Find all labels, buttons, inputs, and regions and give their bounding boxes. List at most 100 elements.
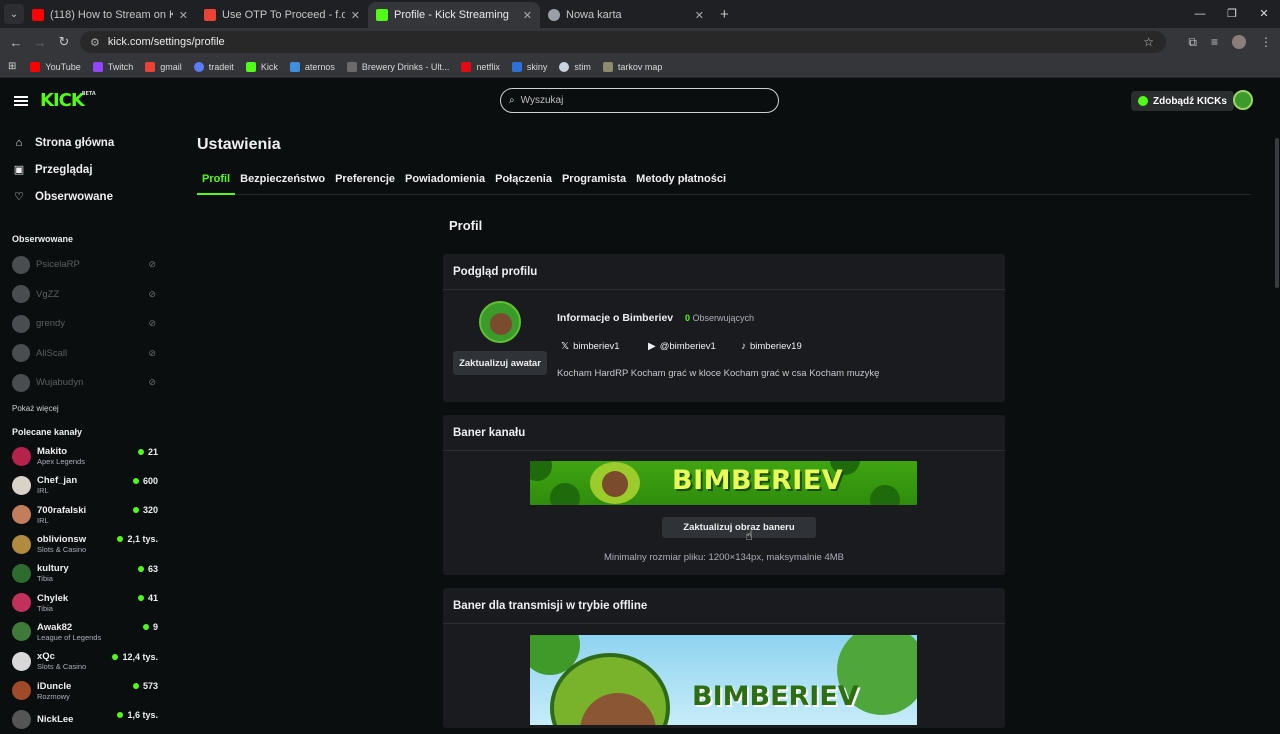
kick-logo[interactable]: KICK BETA: [40, 90, 96, 111]
live-dot-icon: [117, 536, 124, 543]
update-banner-button[interactable]: Zaktualizuj obraz baneru: [662, 517, 816, 538]
tab-profile[interactable]: Profil: [197, 168, 236, 195]
tab-security[interactable]: Bezpieczeństwo: [235, 168, 330, 195]
extensions-icon[interactable]: ⧉: [1188, 35, 1197, 50]
youtube-icon: [30, 61, 41, 72]
card-title: Podgląd profilu: [443, 254, 1005, 290]
media-icon[interactable]: ≡: [1211, 35, 1218, 49]
bookmark[interactable]: Twitch: [92, 61, 133, 72]
bookmark[interactable]: netflix: [461, 61, 500, 72]
viewer-count: 9: [142, 622, 158, 632]
avatar: [12, 651, 31, 671]
recommended-channel[interactable]: xQc Slots & Casino 12,4 tys.: [0, 647, 164, 676]
viewer-count: 41: [137, 593, 158, 603]
followed-channel[interactable]: PsicelaRP ⊘: [0, 250, 164, 280]
close-icon[interactable]: ✕: [179, 9, 188, 22]
browser-tab[interactable]: (118) How to Stream on Kick in ✕: [24, 2, 196, 28]
recommended-channel[interactable]: 700rafalski IRL 320: [0, 500, 164, 529]
browser-tab-active[interactable]: Profile - Kick Streaming ✕: [368, 2, 540, 28]
recommended-channel[interactable]: Chef_jan IRL 600: [0, 471, 164, 500]
followed-channel[interactable]: AliScall ⊘: [0, 339, 164, 369]
bookmark[interactable]: Kick: [245, 61, 278, 72]
bookmark[interactable]: stim: [559, 61, 591, 72]
close-icon[interactable]: ✕: [695, 9, 704, 22]
show-more-link[interactable]: Pokaż więcej: [0, 404, 164, 413]
banner-text: BIMBERIEV: [672, 465, 844, 496]
social-link-tiktok[interactable]: ♪ bimberiev19: [741, 341, 802, 352]
profile-avatar: [479, 301, 521, 343]
page-scrollbar[interactable]: [1274, 124, 1280, 720]
recommended-channel[interactable]: iDuncle Rozmowy 573: [0, 676, 164, 705]
tab-search-button[interactable]: ⌄: [4, 4, 24, 24]
site-info-icon[interactable]: ⚙: [90, 36, 100, 49]
channel-category: League of Legends: [37, 632, 102, 642]
steam-icon: [559, 61, 570, 72]
back-icon[interactable]: ←: [4, 35, 28, 50]
tab-developer[interactable]: Programista: [557, 168, 631, 195]
window-controls: — ❐ ✕: [1184, 0, 1280, 28]
bookmark[interactable]: Brewery Drinks - Ult...: [346, 61, 449, 72]
apps-icon[interactable]: ⊞: [8, 61, 16, 72]
profile-bio: Kocham HardRP Kocham grać w kloce Kocham…: [557, 368, 880, 379]
nav-following[interactable]: ♡ Obserwowane: [0, 183, 164, 210]
search-input[interactable]: ⌕ Wyszukaj: [500, 88, 779, 113]
live-dot-icon: [137, 594, 144, 601]
scrollbar-thumb[interactable]: [1275, 138, 1279, 288]
close-icon[interactable]: ✕: [523, 9, 532, 22]
tab-notifications[interactable]: Powiadomienia: [400, 168, 490, 195]
followed-channel[interactable]: grendy ⊘: [0, 309, 164, 339]
bookmark[interactable]: tarkov map: [602, 61, 662, 72]
profile-avatar[interactable]: [1232, 35, 1246, 49]
update-avatar-button[interactable]: Zaktualizuj awatar: [453, 351, 547, 375]
followed-section-title: Obserwowane: [12, 234, 74, 244]
forward-icon[interactable]: →: [28, 35, 52, 50]
viewer-count: 573: [132, 681, 158, 691]
offline-banner-text: BIMBERIEV: [692, 681, 859, 712]
reload-icon[interactable]: ↻: [52, 34, 76, 50]
brewery-icon: [346, 61, 357, 72]
tab-connections[interactable]: Połączenia: [490, 168, 557, 195]
bookmark[interactable]: aternos: [289, 61, 335, 72]
viewer-count: 2,1 tys.: [117, 534, 158, 544]
bookmark[interactable]: tradeit: [193, 61, 234, 72]
bookmark[interactable]: skiny: [511, 61, 547, 72]
kick-icon: [245, 61, 256, 72]
recommended-channel[interactable]: Awak82 League of Legends 9: [0, 617, 164, 646]
viewer-count: 1,6 tys.: [117, 710, 158, 720]
tab-payment-methods[interactable]: Metody płatności: [631, 168, 731, 195]
recommended-channel[interactable]: oblivionsw Slots & Casino 2,1 tys.: [0, 529, 164, 558]
minimize-icon[interactable]: —: [1184, 0, 1216, 28]
tab-preferences[interactable]: Preferencje: [330, 168, 400, 195]
maximize-icon[interactable]: ❐: [1216, 0, 1248, 28]
tab-title: Use OTP To Proceed - f.dziura: [222, 9, 345, 21]
recommended-channel[interactable]: kultury Tibia 63: [0, 559, 164, 588]
menu-icon[interactable]: ⋮: [1260, 35, 1272, 49]
hamburger-menu-icon[interactable]: [14, 96, 28, 106]
url-bar[interactable]: ⚙ kick.com/settings/profile ☆: [80, 31, 1166, 53]
browser-tab[interactable]: Use OTP To Proceed - f.dziura ✕: [196, 2, 368, 28]
bookmark-star-icon[interactable]: ☆: [1143, 35, 1154, 49]
nav-browse[interactable]: ▣ Przeglądaj: [0, 156, 164, 183]
avatar: [12, 314, 30, 333]
get-kicks-button[interactable]: Zdobądź KICKs: [1131, 91, 1234, 111]
followed-channel[interactable]: VgZZ ⊘: [0, 280, 164, 310]
followed-channel[interactable]: Wujabudyn ⊘: [0, 368, 164, 398]
nav-home[interactable]: ⌂ Strona główna: [0, 129, 164, 156]
close-icon[interactable]: ✕: [351, 9, 360, 22]
profile-info-label: Informacje o Bimberiev: [557, 312, 674, 324]
new-tab-button[interactable]: +: [720, 6, 729, 23]
browser-tab[interactable]: Nowa karta ✕: [540, 2, 712, 28]
social-link-x[interactable]: 𝕏bimberiev1: [561, 341, 620, 352]
recommended-channel[interactable]: Chylek Tibia 41: [0, 588, 164, 617]
profile-preview-card: Podgląd profilu Zaktualizuj awatar Infor…: [443, 254, 1005, 402]
user-avatar[interactable]: [1233, 90, 1253, 110]
social-link-youtube[interactable]: ▶ @bimberiev1: [648, 341, 716, 352]
live-dot-icon: [142, 624, 149, 631]
recommended-channel[interactable]: Makito Apex Legends 21: [0, 442, 164, 471]
channel-category: Slots & Casino: [37, 662, 87, 672]
bookmark[interactable]: gmail: [145, 61, 182, 72]
bookmark[interactable]: YouTube: [30, 61, 81, 72]
offline-banner-image: BIMBERIEV: [530, 635, 917, 725]
youtube-icon: ▶: [648, 341, 656, 352]
close-window-icon[interactable]: ✕: [1248, 0, 1280, 28]
